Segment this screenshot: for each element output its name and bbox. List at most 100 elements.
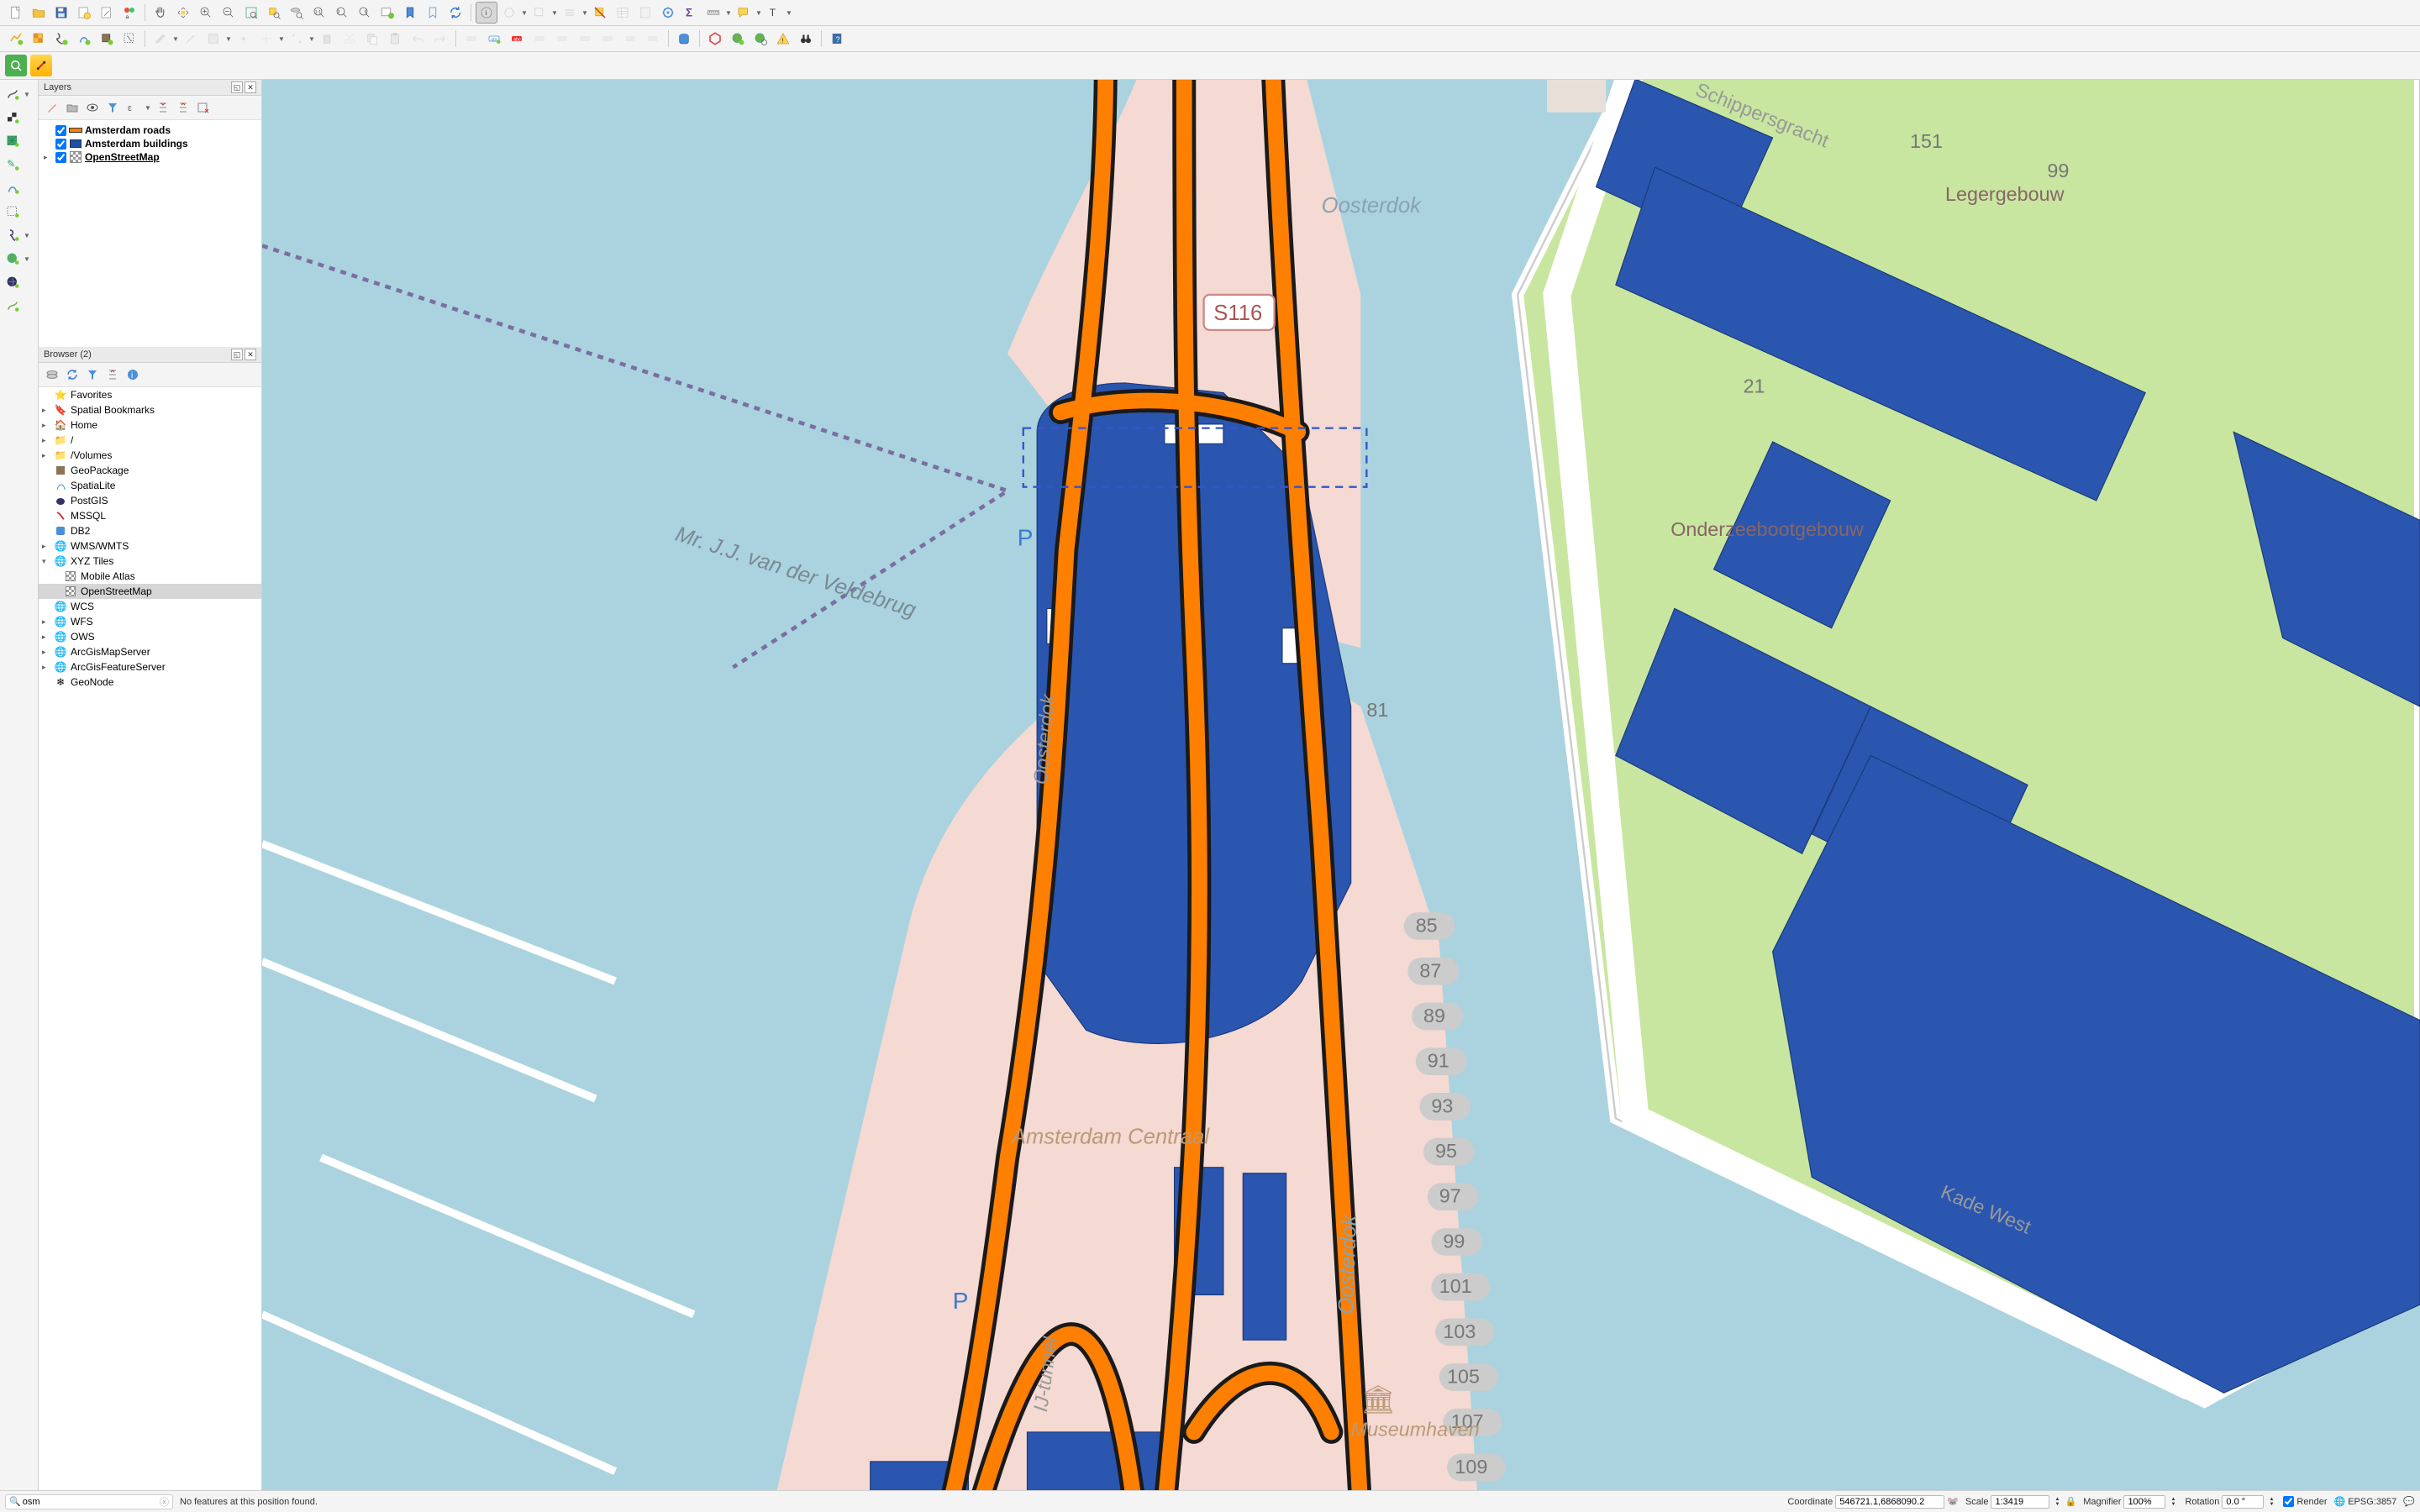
save-project-icon[interactable] <box>50 2 72 24</box>
zoom-out-icon[interactable] <box>218 2 239 24</box>
browser-item-wms[interactable]: ▸🌐WMS/WMTS <box>39 538 261 554</box>
map-canvas[interactable]: S116 85 87 89 91 93 95 97 99 101 103 105… <box>262 80 2420 1490</box>
dropdown-arrow-icon[interactable]: ▼ <box>725 9 732 17</box>
lock-icon[interactable]: 🔒 <box>2065 1496 2076 1507</box>
wms-add-icon[interactable] <box>727 28 749 50</box>
attribute-table-icon[interactable] <box>612 2 634 24</box>
map-tips-icon[interactable] <box>733 2 755 24</box>
scale-input[interactable] <box>1991 1495 2049 1509</box>
dropdown-arrow-icon[interactable]: ▼ <box>551 9 558 17</box>
add-group-icon[interactable] <box>64 99 81 116</box>
browser-item-arcgisfeature[interactable]: ▸🌐ArcGisFeatureServer <box>39 659 261 675</box>
layer-style-icon[interactable] <box>44 99 60 116</box>
new-map-view-icon[interactable] <box>376 2 398 24</box>
binoculars-icon[interactable] <box>795 28 817 50</box>
remove-layer-icon[interactable] <box>195 99 212 116</box>
browser-refresh-icon[interactable] <box>64 366 81 383</box>
layout-manager-icon[interactable] <box>96 2 118 24</box>
new-shapefile-icon[interactable] <box>50 28 72 50</box>
panel-undock-icon[interactable]: ◱ <box>231 81 243 93</box>
quickosm-icon[interactable] <box>5 55 27 76</box>
josm-icon[interactable] <box>30 55 52 76</box>
pan-to-selection-icon[interactable] <box>172 2 194 24</box>
magnifier-input[interactable] <box>2123 1495 2165 1509</box>
label-off-icon[interactable]: abc <box>506 28 528 50</box>
new-spatialite-icon[interactable] <box>73 28 95 50</box>
browser-item-arcgismap[interactable]: ▸🌐ArcGisMapServer <box>39 644 261 659</box>
wms-layer-icon[interactable] <box>2 248 24 270</box>
topology-checker-icon[interactable] <box>704 28 726 50</box>
layer-visibility-checkbox[interactable] <box>55 152 66 163</box>
measure-icon[interactable] <box>702 2 724 24</box>
database-icon[interactable] <box>673 28 695 50</box>
zoom-next-icon[interactable] <box>354 2 376 24</box>
delete-selected-icon[interactable] <box>316 28 338 50</box>
expression-filter-icon[interactable]: ε <box>124 99 141 116</box>
layer-row[interactable]: Amsterdam buildings <box>42 137 258 150</box>
deselect-icon[interactable] <box>589 2 611 24</box>
label-rotate-icon[interactable] <box>619 28 641 50</box>
dropdown-arrow-icon[interactable]: ▼ <box>581 9 588 17</box>
browser-item-mssql[interactable]: MSSQL <box>39 508 261 523</box>
rotation-input[interactable] <box>2222 1495 2264 1509</box>
coord-input[interactable] <box>1835 1495 1944 1509</box>
manage-visibility-icon[interactable] <box>84 99 101 116</box>
select-icon[interactable] <box>529 2 550 24</box>
browser-item-xyz-child[interactable]: OpenStreetMap <box>39 584 261 599</box>
identify-icon[interactable]: i <box>476 2 497 24</box>
style-manager-icon[interactable]: a <box>118 2 140 24</box>
browser-item-wfs[interactable]: ▸🌐WFS <box>39 614 261 629</box>
refresh-icon[interactable] <box>445 2 466 24</box>
label-show-icon[interactable] <box>574 28 596 50</box>
dropdown-arrow-icon[interactable]: ▼ <box>786 9 792 17</box>
browser-item-root[interactable]: ▸📁/ <box>39 433 261 448</box>
cut-icon[interactable] <box>339 28 360 50</box>
edit-toggle-icon[interactable] <box>150 28 171 50</box>
new-bookmark-icon[interactable] <box>399 2 421 24</box>
browser-item-home[interactable]: ▸🏠Home <box>39 417 261 433</box>
browser-filter-icon[interactable] <box>84 366 101 383</box>
virtual-layer-icon[interactable] <box>2 201 24 223</box>
dropdown-arrow-icon[interactable]: ▼ <box>145 104 151 112</box>
label-move-icon[interactable] <box>597 28 618 50</box>
dropdown-arrow-icon[interactable]: ▼ <box>521 9 528 17</box>
browser-item-xyz[interactable]: ▾🌐XYZ Tiles <box>39 554 261 569</box>
zoom-in-icon[interactable] <box>195 2 217 24</box>
layer-visibility-checkbox[interactable] <box>55 125 66 136</box>
layer-row[interactable]: Amsterdam roads <box>42 123 258 137</box>
mag-down[interactable]: ▼ <box>2168 1502 2178 1507</box>
render-checkbox[interactable] <box>2283 1496 2294 1507</box>
statistics-icon[interactable]: Σ <box>680 2 702 24</box>
postgis-icon[interactable] <box>2 224 24 246</box>
zoom-to-layer-icon[interactable] <box>286 2 308 24</box>
crs-field[interactable]: 🌐 EPSG:3857 <box>2334 1496 2397 1507</box>
dropdown-arrow-icon[interactable]: ▼ <box>308 35 315 43</box>
action-icon[interactable] <box>498 2 520 24</box>
save-edits-icon[interactable] <box>180 28 202 50</box>
browser-item-postgis[interactable]: PostGIS <box>39 493 261 508</box>
label-unpin-icon[interactable] <box>551 28 573 50</box>
add-layer-icon[interactable] <box>44 366 60 383</box>
browser-item-xyz-child[interactable]: Mobile Atlas <box>39 569 261 584</box>
wfs-layer-icon[interactable] <box>2 295 24 317</box>
rot-down[interactable]: ▼ <box>2266 1502 2276 1507</box>
add-raster-icon[interactable] <box>28 28 50 50</box>
add-vector-icon[interactable] <box>5 28 27 50</box>
raster-layer-icon[interactable] <box>2 107 24 129</box>
paste-icon[interactable] <box>384 28 406 50</box>
new-project-icon[interactable] <box>5 2 27 24</box>
dropdown-arrow-icon[interactable]: ▼ <box>24 91 30 98</box>
label-on-icon[interactable]: abc <box>483 28 505 50</box>
show-bookmarks-icon[interactable] <box>422 2 444 24</box>
browser-item-bookmarks[interactable]: ▸🔖Spatial Bookmarks <box>39 402 261 417</box>
expand-icon[interactable]: ▸ <box>44 153 52 162</box>
panel-close-icon[interactable]: ✕ <box>245 349 256 360</box>
label-none-icon[interactable] <box>460 28 482 50</box>
locator-input[interactable] <box>21 1495 160 1509</box>
new-geopackage-icon[interactable] <box>96 28 118 50</box>
save-layer-edits-icon[interactable] <box>203 28 224 50</box>
layer-row[interactable]: ▸ OpenStreetMap <box>42 150 258 164</box>
zoom-full-icon[interactable] <box>240 2 262 24</box>
label-pin-icon[interactable] <box>529 28 550 50</box>
identify-wms-icon[interactable] <box>750 28 771 50</box>
